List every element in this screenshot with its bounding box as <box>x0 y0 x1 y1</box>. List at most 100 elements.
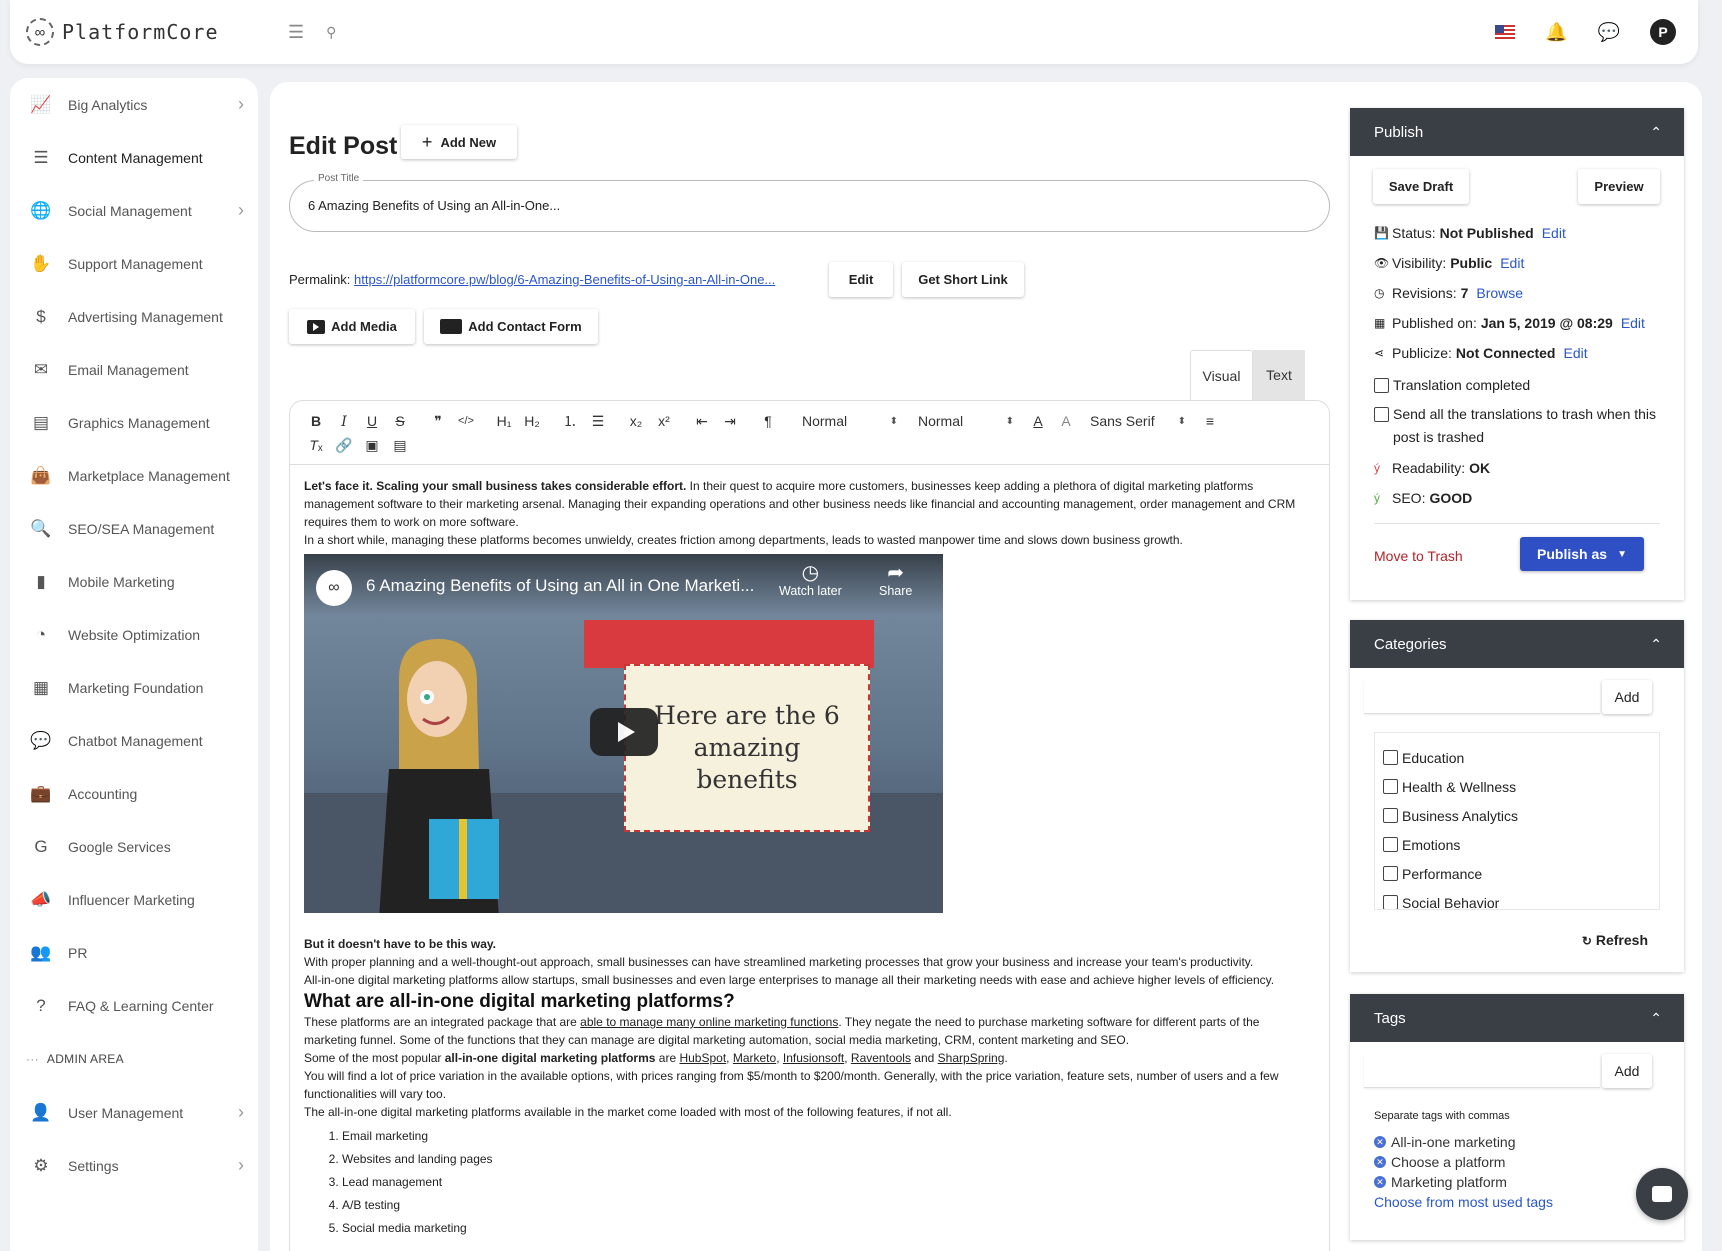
strikethrough-button[interactable]: S <box>386 413 414 429</box>
content-link[interactable]: able to manage many online marketing fun… <box>580 1015 838 1029</box>
published-edit-link[interactable]: Edit <box>1621 315 1645 331</box>
category-checkbox[interactable] <box>1383 866 1398 881</box>
publish-as-button[interactable]: Publish as ▼ <box>1520 537 1644 571</box>
permalink-edit-button[interactable]: Edit <box>829 262 893 297</box>
chat-widget-button[interactable] <box>1636 1168 1688 1220</box>
sidebar-item-support-management[interactable]: ✋ Support Management <box>10 237 258 290</box>
embedded-video[interactable]: Here are the 6 amazing benefits ∞ 6 Amazin… <box>304 554 943 913</box>
save-draft-button[interactable]: Save Draft <box>1373 169 1469 204</box>
sidebar-item-mobile-marketing[interactable]: ▮ Mobile Marketing <box>10 555 258 608</box>
watch-later-button[interactable]: ◷ Watch later <box>779 563 842 600</box>
collapse-icon[interactable]: ⌃ <box>1650 124 1662 141</box>
remove-tag-icon[interactable]: ✕ <box>1374 1136 1386 1148</box>
sidebar-item-user-management[interactable]: 👤 User Management › <box>10 1086 258 1139</box>
background-color-button[interactable]: A <box>1052 413 1080 429</box>
category-checkbox[interactable] <box>1383 750 1398 765</box>
raventools-link[interactable]: Raventools <box>851 1051 911 1065</box>
indent-button[interactable]: ⇥ <box>716 413 744 430</box>
us-flag-icon[interactable] <box>1495 25 1516 39</box>
choose-most-used-tags-link[interactable]: Choose from most used tags <box>1350 1194 1684 1210</box>
category-item[interactable]: Business Analytics <box>1375 801 1659 830</box>
hamburger-icon[interactable]: ☰ <box>288 22 304 43</box>
bold-button[interactable]: B <box>302 413 330 429</box>
video-title[interactable]: 6 Amazing Benefits of Using an All in On… <box>366 577 754 595</box>
add-new-button[interactable]: + Add New <box>401 125 517 159</box>
permalink-link[interactable]: https://platformcore.pw/blog/6-Amazing-B… <box>354 272 775 287</box>
editor-content[interactable]: Let's face it. Scaling your small busine… <box>290 465 1329 1251</box>
status-edit-link[interactable]: Edit <box>1542 225 1566 241</box>
visibility-edit-link[interactable]: Edit <box>1500 255 1524 271</box>
sidebar-item-chatbot-management[interactable]: 💬 Chatbot Management <box>10 714 258 767</box>
sidebar-item-marketplace-management[interactable]: 👜 Marketplace Management <box>10 449 258 502</box>
link-button[interactable]: 🔗 <box>330 437 358 454</box>
play-button[interactable] <box>590 708 658 756</box>
sidebar-item-social-management[interactable]: 🌐 Social Management › <box>10 184 258 237</box>
clear-format-button[interactable]: Tₓ <box>302 437 330 453</box>
sidebar-item-content-management[interactable]: ☰ Content Management <box>10 131 258 184</box>
refresh-button[interactable]: ↻ Refresh <box>1582 932 1648 948</box>
category-checkbox[interactable] <box>1383 895 1398 909</box>
hubspot-link[interactable]: HubSpot <box>679 1051 726 1065</box>
align-button[interactable]: ≡ <box>1196 413 1224 429</box>
subscript-button[interactable]: x₂ <box>622 413 650 429</box>
category-item[interactable]: Health & Wellness <box>1375 772 1659 801</box>
tab-visual[interactable]: Visual <box>1190 350 1253 400</box>
category-item[interactable]: Emotions <box>1375 830 1659 859</box>
add-category-button[interactable]: Add <box>1602 680 1652 714</box>
avatar[interactable]: P <box>1650 19 1676 45</box>
collapse-icon[interactable]: ⌃ <box>1650 1010 1662 1027</box>
move-to-trash-link[interactable]: Move to Trash <box>1374 548 1463 564</box>
category-item[interactable]: Performance <box>1375 859 1659 888</box>
video-button[interactable]: ▤ <box>386 437 414 454</box>
italic-button[interactable]: I <box>330 413 358 430</box>
category-checkbox[interactable] <box>1383 779 1398 794</box>
translation-completed-checkbox[interactable] <box>1374 378 1389 393</box>
bullet-list-button[interactable]: ☰ <box>584 413 612 430</box>
add-tag-button[interactable]: Add <box>1602 1054 1652 1088</box>
category-item[interactable]: Social Behavior <box>1375 888 1659 909</box>
marketo-link[interactable]: Marketo <box>733 1051 776 1065</box>
sidebar-item-accounting[interactable]: 💼 Accounting <box>10 767 258 820</box>
revisions-browse-link[interactable]: Browse <box>1476 285 1523 301</box>
category-checkbox[interactable] <box>1383 837 1398 852</box>
collapse-icon[interactable]: ⌃ <box>1650 636 1662 653</box>
bell-icon[interactable]: 🔔 <box>1545 22 1567 43</box>
sidebar-item-advertising-management[interactable]: $ Advertising Management <box>10 290 258 343</box>
category-input[interactable] <box>1364 680 1600 714</box>
share-button[interactable]: ➦ Share <box>879 563 912 600</box>
heading1-button[interactable]: H₁ <box>490 413 518 429</box>
sidebar-item-graphics-management[interactable]: ▤ Graphics Management <box>10 396 258 449</box>
sidebar-item-settings[interactable]: ⚙ Settings › <box>10 1139 258 1192</box>
category-checkbox[interactable] <box>1383 808 1398 823</box>
post-title-input[interactable] <box>308 198 1288 213</box>
font-select[interactable]: Sans Serif ⬍ <box>1090 413 1186 429</box>
sidebar-item-website-optimization[interactable]: ◔ Website Optimization <box>10 608 258 661</box>
sidebar-item-influencer-marketing[interactable]: 📣 Influencer Marketing <box>10 873 258 926</box>
publicize-edit-link[interactable]: Edit <box>1563 345 1587 361</box>
search-icon[interactable]: ⚲ <box>326 24 336 41</box>
underline-button[interactable]: U <box>358 413 386 429</box>
superscript-button[interactable]: x² <box>650 413 678 429</box>
get-short-link-button[interactable]: Get Short Link <box>902 262 1024 297</box>
category-item[interactable]: Education <box>1375 743 1659 772</box>
sidebar-item-pr[interactable]: 👥 PR <box>10 926 258 979</box>
sidebar-item-google-services[interactable]: G Google Services <box>10 820 258 873</box>
sidebar-item-faq-learning-center[interactable]: ? FAQ & Learning Center <box>10 979 258 1032</box>
size-select[interactable]: Normal ⬍ <box>918 413 1014 429</box>
sidebar-item-email-management[interactable]: ✉ Email Management <box>10 343 258 396</box>
tab-text[interactable]: Text <box>1253 350 1305 400</box>
infusionsoft-link[interactable]: Infusionsoft <box>783 1051 844 1065</box>
blockquote-button[interactable]: ❞ <box>424 413 452 430</box>
add-contact-form-button[interactable]: Add Contact Form <box>424 309 598 344</box>
sidebar-item-marketing-foundation[interactable]: ▦ Marketing Foundation <box>10 661 258 714</box>
sharpspring-link[interactable]: SharpSpring <box>938 1051 1005 1065</box>
publish-panel-header[interactable]: Publish ⌃ <box>1350 108 1684 156</box>
text-color-button[interactable]: A <box>1024 413 1052 429</box>
outdent-button[interactable]: ⇤ <box>688 413 716 430</box>
tags-panel-header[interactable]: Tags ⌃ <box>1350 994 1684 1042</box>
remove-tag-icon[interactable]: ✕ <box>1374 1156 1386 1168</box>
text-direction-button[interactable]: ¶ <box>754 413 782 429</box>
image-button[interactable]: ▣ <box>358 437 386 454</box>
chat-icon[interactable]: 💬 <box>1598 22 1620 43</box>
sidebar-item-seo-sea-management[interactable]: 🔍 SEO/SEA Management <box>10 502 258 555</box>
